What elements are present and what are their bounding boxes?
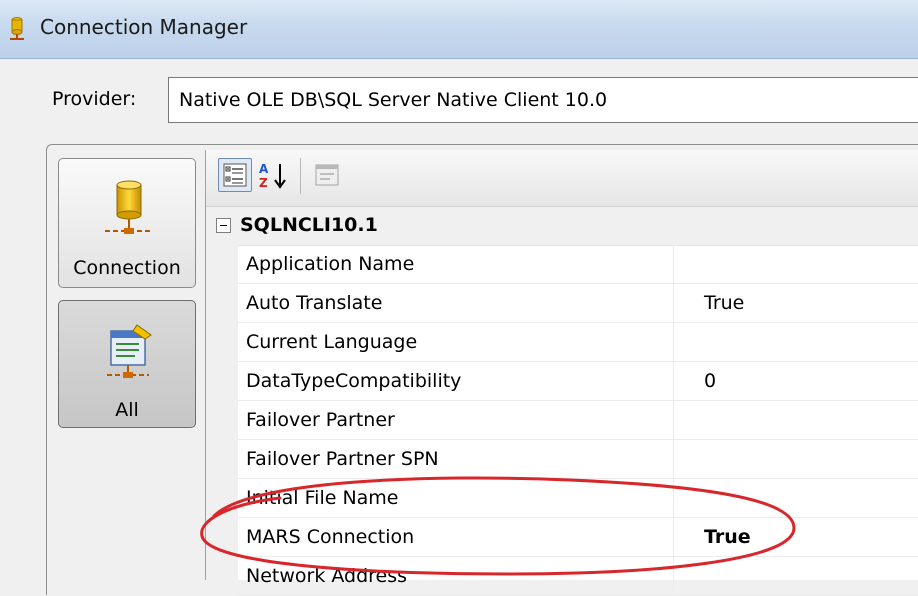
toolbar-separator (300, 158, 301, 194)
collapse-icon[interactable] (216, 218, 231, 233)
alphabetical-button[interactable]: A Z (256, 158, 290, 192)
categorized-button[interactable] (218, 158, 252, 192)
property-value[interactable] (674, 440, 918, 478)
property-row-current-language[interactable]: Current Language (238, 323, 918, 362)
property-name: Current Language (238, 323, 674, 361)
nav-item-all[interactable]: All (58, 300, 196, 428)
grid-gutter (206, 245, 238, 580)
window-title: Connection Manager (40, 15, 248, 39)
category-label: SQLNCLI10.1 (240, 214, 378, 236)
property-value[interactable] (674, 323, 918, 361)
title-bar: Connection Manager (0, 0, 918, 59)
property-value[interactable] (674, 245, 918, 283)
nav-item-connection[interactable]: Connection (58, 158, 196, 288)
property-row-auto-translate[interactable]: Auto Translate True (238, 284, 918, 323)
property-row-failover-partner-spn[interactable]: Failover Partner SPN (238, 440, 918, 479)
all-properties-icon (107, 324, 152, 378)
property-name: DataTypeCompatibility (238, 362, 674, 400)
property-name: Initial File Name (238, 479, 674, 517)
property-value[interactable]: 0 (674, 362, 918, 400)
nav-item-all-label: All (115, 399, 139, 421)
property-value[interactable]: True (674, 284, 918, 322)
property-name: Application Name (238, 245, 674, 283)
property-name: MARS Connection (238, 518, 674, 556)
property-row-application-name[interactable]: Application Name (238, 245, 918, 284)
categorized-icon (223, 163, 247, 187)
property-value[interactable]: True (674, 518, 918, 556)
nav-item-connection-label: Connection (73, 257, 181, 279)
property-row-network-address[interactable]: Network Address (238, 557, 918, 596)
database-connection-icon (105, 180, 153, 234)
property-value[interactable] (674, 557, 918, 595)
provider-value: Native OLE DB\SQL Server Native Client 1… (179, 89, 608, 111)
svg-text:Z: Z (259, 176, 268, 190)
property-grid-toolbar: A Z (206, 150, 918, 207)
property-row-mars-connection[interactable]: MARS Connection True (238, 518, 918, 557)
property-value[interactable] (674, 479, 918, 517)
property-name: Failover Partner (238, 401, 674, 439)
property-pages-button[interactable] (310, 158, 344, 192)
property-name: Failover Partner SPN (238, 440, 674, 478)
property-row-datatypecompatibility[interactable]: DataTypeCompatibility 0 (238, 362, 918, 401)
provider-field[interactable]: Native OLE DB\SQL Server Native Client 1… (168, 77, 918, 123)
property-value[interactable] (674, 401, 918, 439)
category-row[interactable]: SQLNCLI10.1 (206, 207, 918, 246)
connection-manager-icon (10, 17, 24, 40)
property-grid[interactable]: A Z SQLNCLI10.1 Application Name Auto Tr… (205, 150, 918, 596)
svg-text:A: A (259, 162, 269, 176)
property-name: Auto Translate (238, 284, 674, 322)
property-pages-icon (315, 164, 339, 186)
property-name: Network Address (238, 557, 674, 595)
property-row-failover-partner[interactable]: Failover Partner (238, 401, 918, 440)
alphabetical-sort-icon: A Z (259, 162, 286, 190)
property-row-initial-file-name[interactable]: Initial File Name (238, 479, 918, 518)
provider-label: Provider: (52, 88, 137, 110)
